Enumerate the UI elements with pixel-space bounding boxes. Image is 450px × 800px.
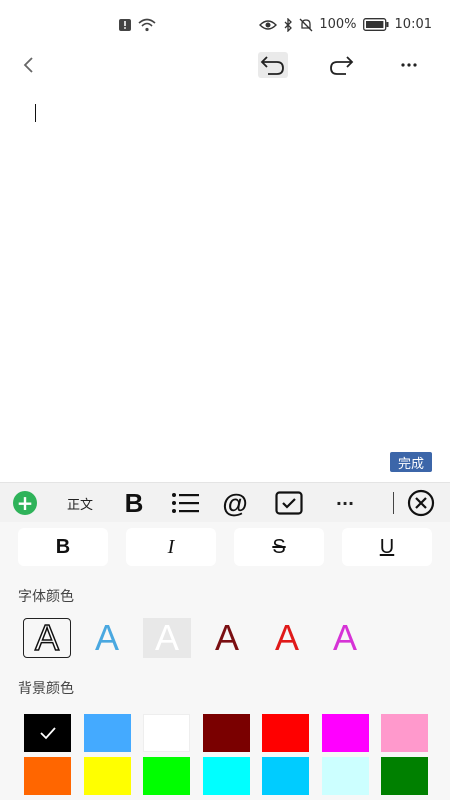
font-color-label: 字体颜色 [18, 589, 74, 605]
mention-button[interactable]: @ [218, 483, 252, 523]
battery-percent: 100% [319, 17, 357, 32]
format-toolbar: + 正文 B @ ··· [0, 482, 450, 522]
more-icon [401, 63, 417, 67]
eye-icon [259, 19, 278, 30]
format-panel: B I S U 字体颜色 A A A A A A 背景颜色 [0, 522, 450, 800]
font-color-option[interactable]: A [263, 618, 311, 658]
bold-format-button[interactable]: B [118, 483, 150, 523]
font-color-letter: A [34, 617, 60, 658]
clock: 10:01 [394, 17, 432, 32]
bold-style-button[interactable]: B [18, 528, 108, 566]
undo-button[interactable] [258, 52, 288, 78]
status-right: 100% 10:01 [259, 17, 432, 32]
back-button[interactable] [16, 52, 42, 78]
background-color-swatch[interactable] [24, 757, 71, 795]
checkbox-icon [275, 491, 303, 515]
wifi-icon [138, 18, 156, 32]
toolbar-divider [393, 492, 394, 514]
font-color-option[interactable]: A [83, 618, 131, 658]
status-left-icons [118, 18, 156, 32]
battery-icon [362, 18, 389, 31]
font-color-letter: A [214, 617, 239, 658]
text-style-selector[interactable]: 正文 [58, 483, 102, 523]
undo-icon [260, 56, 284, 75]
background-color-swatch[interactable] [24, 714, 71, 752]
background-color-swatch[interactable] [262, 757, 309, 795]
font-color-letter: A [94, 617, 119, 658]
background-color-swatch[interactable] [83, 714, 131, 752]
font-color-letter: A [154, 617, 179, 658]
background-color-swatch[interactable] [321, 714, 369, 752]
italic-style-button[interactable]: I [126, 528, 216, 566]
redo-icon [330, 56, 354, 75]
chevron-left-icon [23, 57, 33, 73]
background-color-swatch[interactable] [83, 757, 131, 795]
done-button[interactable]: 完成 [390, 452, 432, 472]
font-color-letter: A [274, 617, 299, 658]
check-icon [24, 714, 71, 752]
background-color-swatch[interactable] [202, 757, 250, 795]
background-color-swatch[interactable] [202, 714, 250, 752]
note-editor[interactable] [0, 90, 450, 450]
font-color-option[interactable]: A [143, 618, 191, 658]
checkbox-button[interactable] [272, 483, 306, 523]
background-color-swatch[interactable] [143, 714, 190, 752]
font-color-option[interactable]: A [23, 618, 71, 658]
font-color-option[interactable]: A [203, 618, 251, 658]
bullet-list-icon [172, 493, 199, 513]
more-format-button[interactable]: ··· [330, 483, 360, 523]
background-color-swatch[interactable] [381, 714, 428, 752]
close-circle-icon [407, 489, 435, 517]
close-format-button[interactable] [406, 483, 436, 523]
background-color-swatch[interactable] [143, 757, 190, 795]
bluetooth-icon [284, 17, 293, 32]
underline-style-button[interactable]: U [342, 528, 432, 566]
add-button[interactable]: + [12, 483, 38, 523]
alert-icon [119, 19, 131, 31]
font-color-letter: A [332, 617, 357, 658]
redo-button[interactable] [326, 52, 356, 78]
top-toolbar [0, 52, 450, 82]
strikethrough-style-button[interactable]: S [234, 528, 324, 566]
mute-icon [299, 18, 313, 31]
background-color-swatch[interactable] [321, 757, 369, 795]
more-options-button[interactable] [394, 52, 424, 78]
font-color-option[interactable]: A [321, 618, 369, 658]
background-color-swatch[interactable] [262, 714, 309, 752]
bullet-list-button[interactable] [168, 483, 202, 523]
background-color-swatch[interactable] [381, 757, 428, 795]
text-caret [35, 104, 36, 122]
status-bar: 100% 10:01 [0, 0, 450, 52]
plus-icon: + [13, 491, 37, 515]
background-color-label: 背景颜色 [18, 681, 74, 697]
